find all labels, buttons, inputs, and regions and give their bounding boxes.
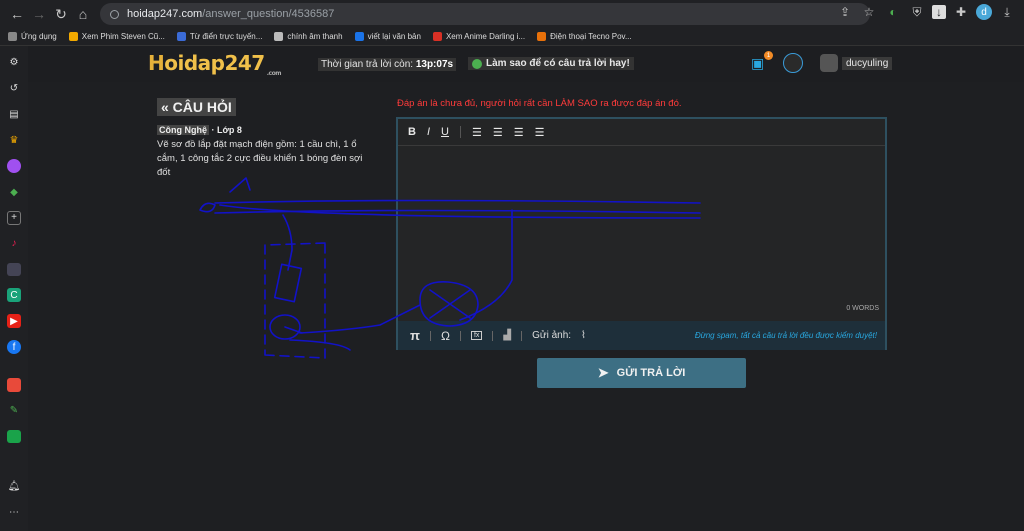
gamepad-icon[interactable]: ◆ bbox=[7, 185, 21, 199]
latex-icon[interactable]: fx bbox=[470, 331, 483, 340]
bookmark-favicon-icon bbox=[68, 32, 78, 41]
downloads-icon[interactable]: ⤓ bbox=[998, 3, 1016, 21]
bookmark-favicon-icon bbox=[274, 32, 284, 41]
align-right-icon[interactable]: ☰ bbox=[514, 126, 524, 139]
page-title[interactable]: « CÂU HỎI bbox=[157, 98, 236, 116]
apps-grid-icon bbox=[8, 32, 17, 41]
chat-icon[interactable]: ▣ 1 bbox=[751, 51, 773, 71]
spam-note: Đừng spam, tất cả câu trả lời đều được k… bbox=[694, 331, 877, 340]
url-host: hoidap247.com bbox=[127, 8, 203, 20]
bookmark-item[interactable]: Từ điển trực tuyến... bbox=[176, 32, 262, 41]
question-body: Vẽ sơ đồ lắp đặt mạch điện gồm: 1 cầu ch… bbox=[157, 139, 363, 178]
browser-side-panel: ⚙ ↺ ▤ ♛ ◆ + ♪ C ▶ f ✎ 🔔︎ ⋯ bbox=[0, 46, 28, 531]
toolbar-divider bbox=[492, 330, 494, 341]
notes-icon[interactable]: ▤ bbox=[7, 108, 21, 122]
app-c-icon[interactable]: C bbox=[7, 288, 21, 303]
italic-button[interactable]: I bbox=[427, 126, 430, 138]
toolbar-divider bbox=[459, 330, 461, 341]
profile-avatar[interactable]: d bbox=[976, 4, 992, 20]
answer-warning: Đáp án là chưa đủ, người hỏi rất cần LÀM… bbox=[397, 98, 682, 109]
toolbar-divider bbox=[459, 126, 461, 138]
facebook-icon[interactable]: f bbox=[7, 340, 21, 354]
app-red-icon[interactable] bbox=[7, 377, 21, 392]
draw-icon[interactable]: ▟ bbox=[503, 330, 511, 341]
bookmark-item[interactable]: Điện thoại Tecno Pov... bbox=[537, 32, 632, 41]
bookmark-item[interactable]: Ứng dụng bbox=[8, 32, 57, 41]
url-path: /answer_question/4536587 bbox=[202, 8, 335, 20]
omega-button[interactable]: Ω bbox=[441, 329, 450, 343]
bold-button[interactable]: B bbox=[408, 126, 416, 138]
bookmark-item[interactable]: viết lại văn bản bbox=[354, 32, 421, 41]
editor-toolbar: B I U ☰ ☰ ☰ ☰ bbox=[398, 119, 885, 146]
forward-icon[interactable]: → bbox=[28, 3, 50, 25]
messenger-icon[interactable] bbox=[7, 159, 21, 174]
align-center-icon[interactable]: ☰ bbox=[493, 126, 503, 139]
download-extension-icon[interactable]: ↓ bbox=[932, 5, 946, 19]
send-image-label: Gửi ảnh: bbox=[532, 330, 572, 341]
subject-label[interactable]: Công Nghệ bbox=[157, 125, 209, 135]
reload-icon[interactable]: ↻ bbox=[50, 3, 72, 25]
grade-label[interactable]: Lớp 8 bbox=[217, 125, 242, 135]
star-icon[interactable]: ☆ bbox=[860, 3, 878, 21]
browser-toolbar: ← → ↻ ⌂ hoidap247.com /answer_question/4… bbox=[0, 0, 1024, 28]
notification-bell-icon[interactable]: 🔔︎ bbox=[7, 479, 21, 493]
history-icon[interactable]: ↺ bbox=[7, 82, 21, 96]
underline-button[interactable]: U bbox=[441, 126, 449, 138]
attach-icon[interactable]: ⌇ bbox=[581, 330, 586, 341]
address-bar[interactable]: hoidap247.com /answer_question/4536587 bbox=[100, 3, 870, 25]
app-green-icon[interactable]: ✎ bbox=[7, 404, 21, 418]
bookmark-favicon-icon bbox=[432, 32, 442, 41]
editor-bottom-bar: π Ω fx ▟ Gửi ảnh: ⌇ Đừng spam, tất cả câ… bbox=[398, 321, 885, 350]
align-left-icon[interactable]: ☰ bbox=[472, 126, 482, 139]
add-icon[interactable]: + bbox=[7, 210, 21, 225]
moon-extension-icon[interactable]: ◐ bbox=[884, 3, 902, 21]
back-icon[interactable]: ← bbox=[6, 3, 28, 25]
youtube-icon[interactable]: ▶ bbox=[7, 314, 21, 329]
toolbar-divider bbox=[429, 330, 431, 341]
home-icon[interactable]: ⌂ bbox=[72, 3, 94, 25]
settings-icon[interactable]: ⚙ bbox=[7, 56, 21, 70]
lightbulb-icon bbox=[472, 58, 482, 69]
crown-icon[interactable]: ♛ bbox=[7, 133, 21, 147]
avatar bbox=[820, 54, 838, 72]
share-icon[interactable]: ⇪ bbox=[836, 3, 854, 21]
site-logo[interactable]: Hoidap247 .com bbox=[148, 51, 281, 77]
bookmark-item[interactable]: Xem Phim Steven Cũ... bbox=[68, 32, 165, 41]
submit-answer-button[interactable]: ➤ GỬI TRẢ LỜI bbox=[537, 358, 746, 388]
align-justify-icon[interactable]: ☰ bbox=[535, 126, 545, 139]
app-icon[interactable] bbox=[7, 262, 21, 277]
question-meta: Công Nghệ · Lớp 8 bbox=[157, 125, 242, 135]
username: ducyuling bbox=[842, 56, 893, 70]
lock-icon bbox=[110, 9, 119, 19]
bookmark-item[interactable]: Xem Anime Darling i... bbox=[432, 32, 525, 41]
notification-icon[interactable] bbox=[783, 53, 803, 73]
answer-timer: Thời gian trả lời còn: 13p:07s bbox=[318, 58, 457, 71]
send-icon: ➤ bbox=[597, 365, 609, 380]
bookmark-favicon-icon bbox=[537, 32, 547, 41]
sheet-icon[interactable] bbox=[7, 429, 21, 444]
shield-extension-icon[interactable]: ⛨ bbox=[908, 3, 926, 21]
answer-editor: B I U ☰ ☰ ☰ ☰ 0 WORDS π Ω fx ▟ Gửi ảnh: … bbox=[396, 117, 887, 350]
pi-button[interactable]: π bbox=[410, 328, 420, 343]
extensions-icon[interactable]: ✚ bbox=[952, 3, 970, 21]
answer-textarea[interactable] bbox=[398, 146, 885, 318]
bookmark-favicon-icon bbox=[176, 32, 186, 41]
more-icon[interactable]: ⋯ bbox=[7, 505, 21, 519]
user-menu[interactable]: ducyuling bbox=[820, 54, 893, 72]
tiktok-icon[interactable]: ♪ bbox=[7, 237, 21, 251]
bookmark-item[interactable]: chính âm thanh bbox=[274, 32, 343, 41]
site-header: Hoidap247 .com Thời gian trả lời còn: 13p… bbox=[28, 46, 1024, 82]
bookmarks-bar: Ứng dụng Xem Phim Steven Cũ... Từ điển t… bbox=[0, 28, 1024, 46]
toolbar-divider bbox=[521, 330, 523, 341]
chat-badge: 1 bbox=[764, 51, 773, 60]
bookmark-favicon-icon bbox=[354, 32, 364, 41]
word-count: 0 WORDS bbox=[846, 305, 879, 312]
howto-link[interactable]: Làm sao để có câu trả lời hay! bbox=[468, 57, 634, 70]
